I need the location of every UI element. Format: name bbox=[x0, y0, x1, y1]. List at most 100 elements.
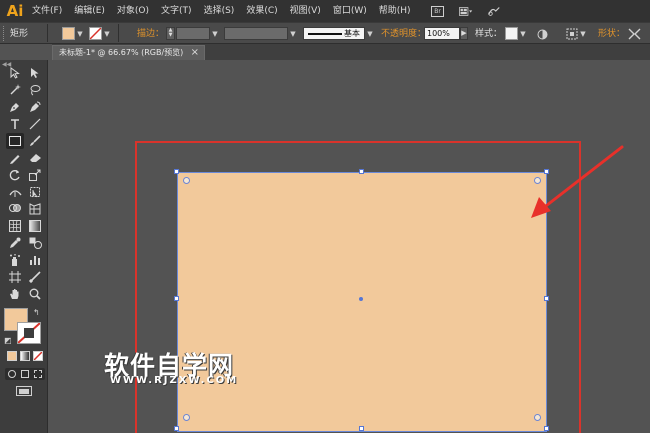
shape-center-point bbox=[359, 297, 363, 301]
draw-normal-icon[interactable] bbox=[8, 370, 16, 378]
rectangle-tool-icon[interactable] bbox=[6, 133, 24, 149]
live-corner-widget[interactable] bbox=[534, 414, 541, 421]
stroke-weight-label[interactable]: 描边： bbox=[137, 27, 164, 41]
shape-builder-tool-icon[interactable] bbox=[6, 201, 24, 217]
divider bbox=[118, 24, 119, 42]
menu-effect[interactable]: 效果(C) bbox=[240, 0, 283, 22]
variable-width-profile[interactable] bbox=[224, 27, 288, 40]
bounding-handle-bottom[interactable] bbox=[359, 426, 364, 431]
bounding-handle-left[interactable] bbox=[174, 296, 179, 301]
opacity-label[interactable]: 不透明度： bbox=[381, 27, 426, 41]
recolor-artwork-icon[interactable] bbox=[535, 27, 549, 41]
control-bar-grip bbox=[3, 26, 5, 41]
transform-shape-icon[interactable] bbox=[627, 27, 641, 41]
fill-dropdown-arrow[interactable]: ▼ bbox=[76, 27, 84, 41]
watermark-url: WWW.RJZXW.COM bbox=[110, 375, 239, 386]
bounding-handle-bottom-right[interactable] bbox=[544, 426, 549, 431]
document-tab[interactable]: 未标题-1* @ 66.67% (RGB/预览) × bbox=[52, 45, 205, 60]
brush-definition-field[interactable]: 基本 bbox=[303, 27, 365, 40]
fill-color-swatch[interactable] bbox=[62, 27, 75, 40]
stroke-dropdown-arrow[interactable]: ▼ bbox=[103, 27, 111, 41]
bounding-handle-top-left[interactable] bbox=[174, 169, 179, 174]
stroke-weight-stepper[interactable]: ▲ ▼ bbox=[166, 27, 175, 40]
selection-type-label: 矩形 bbox=[10, 29, 29, 39]
width-tool-icon[interactable] bbox=[6, 184, 24, 200]
stroke-line-preview bbox=[308, 33, 342, 35]
gradient-mode-icon[interactable] bbox=[20, 351, 30, 361]
arrange-documents-icon[interactable] bbox=[458, 5, 473, 17]
paintbrush-tool-icon[interactable] bbox=[26, 133, 44, 149]
align-dropdown[interactable]: ▼ bbox=[579, 27, 587, 41]
document-tab-bar: 未标题-1* @ 66.67% (RGB/预览) × bbox=[52, 44, 650, 60]
artboard-tool-icon[interactable] bbox=[6, 269, 24, 285]
eyedropper-tool-icon[interactable] bbox=[6, 235, 24, 251]
workspace-switch-icon[interactable] bbox=[487, 5, 501, 17]
brush-dropdown[interactable]: ▼ bbox=[366, 27, 374, 41]
live-corner-widget[interactable] bbox=[183, 414, 190, 421]
align-grid-icon[interactable] bbox=[565, 27, 579, 41]
stroke-weight-dropdown[interactable]: ▼ bbox=[211, 27, 219, 41]
symbol-sprayer-tool-icon[interactable] bbox=[6, 252, 24, 268]
gradient-tool-icon[interactable] bbox=[26, 218, 44, 234]
slice-tool-icon[interactable] bbox=[26, 269, 44, 285]
rotate-tool-icon[interactable] bbox=[6, 167, 24, 183]
bounding-handle-top[interactable] bbox=[359, 169, 364, 174]
bridge-icon[interactable]: Br bbox=[431, 5, 445, 17]
blend-tool-icon[interactable] bbox=[26, 235, 44, 251]
pencil-tool-icon[interactable] bbox=[6, 150, 24, 166]
opacity-arrow[interactable]: ▶ bbox=[460, 27, 468, 40]
column-graph-tool-icon[interactable] bbox=[26, 252, 44, 268]
menu-select[interactable]: 选择(S) bbox=[198, 0, 241, 22]
magic-wand-tool-icon[interactable] bbox=[6, 82, 24, 98]
stroke-color-box[interactable] bbox=[17, 322, 41, 344]
shape-label[interactable]: 形状： bbox=[598, 27, 625, 41]
style-label: 样式： bbox=[475, 29, 503, 39]
annotation-arrow-icon bbox=[531, 145, 624, 218]
menu-window[interactable]: 窗口(W) bbox=[327, 0, 373, 22]
none-mode-icon[interactable] bbox=[33, 351, 43, 361]
brush-profile-name: 基本 bbox=[344, 29, 360, 38]
zoom-tool-icon[interactable] bbox=[26, 286, 44, 302]
bounding-handle-right[interactable] bbox=[544, 296, 549, 301]
selected-rectangle[interactable] bbox=[177, 172, 547, 432]
close-tab-icon[interactable]: × bbox=[191, 46, 199, 59]
hand-tool-icon[interactable] bbox=[6, 286, 24, 302]
stroke-color-swatch[interactable] bbox=[89, 27, 102, 40]
live-corner-widget[interactable] bbox=[183, 177, 190, 184]
scale-tool-icon[interactable] bbox=[26, 167, 44, 183]
perspective-grid-tool-icon[interactable] bbox=[26, 201, 44, 217]
variable-width-dropdown[interactable]: ▼ bbox=[289, 27, 297, 41]
menu-edit[interactable]: 编辑(E) bbox=[68, 0, 111, 22]
menu-file[interactable]: 文件(F) bbox=[30, 0, 68, 22]
line-segment-tool-icon[interactable] bbox=[26, 116, 44, 132]
menu-view[interactable]: 视图(V) bbox=[284, 0, 327, 22]
draw-inside-icon[interactable] bbox=[34, 370, 42, 378]
lasso-tool-icon[interactable] bbox=[26, 82, 44, 98]
pen-tool-icon[interactable] bbox=[6, 99, 24, 115]
type-tool-icon[interactable] bbox=[6, 116, 24, 132]
menu-type[interactable]: 文字(T) bbox=[155, 0, 198, 22]
color-mode-icon[interactable] bbox=[7, 351, 17, 361]
app-logo: Ai bbox=[6, 2, 24, 20]
screen-mode-icon[interactable] bbox=[16, 386, 32, 396]
graphic-style-swatch[interactable] bbox=[505, 27, 518, 40]
screen-mode-inner bbox=[19, 389, 29, 394]
divider bbox=[47, 24, 48, 42]
opacity-input[interactable]: 100% bbox=[424, 27, 460, 40]
bounding-handle-bottom-left[interactable] bbox=[174, 426, 179, 431]
stroke-weight-input[interactable] bbox=[176, 27, 210, 40]
menu-object[interactable]: 对象(O) bbox=[111, 0, 155, 22]
graphic-style-dropdown[interactable]: ▼ bbox=[519, 27, 527, 41]
eraser-tool-icon[interactable] bbox=[26, 150, 44, 166]
swap-fill-stroke-icon[interactable]: ↰ bbox=[33, 308, 40, 317]
menu-help[interactable]: 帮助(H) bbox=[373, 0, 417, 22]
draw-behind-icon[interactable] bbox=[21, 370, 29, 378]
selection-tool-icon[interactable] bbox=[6, 65, 24, 81]
default-fill-stroke-icon[interactable]: ◩ bbox=[4, 336, 12, 345]
direct-selection-tool-icon[interactable] bbox=[26, 65, 44, 81]
free-transform-tool-icon[interactable] bbox=[26, 184, 44, 200]
curvature-tool-icon[interactable] bbox=[26, 99, 44, 115]
document-tab-title: 未标题-1* @ 66.67% (RGB/预览) bbox=[59, 48, 184, 57]
control-bar: 矩形 ▼ ▼ 描边： ▲ ▼ ▼ ▼ 基本 ▼ 不透明度： 100% ▶ 样式： … bbox=[0, 22, 650, 44]
mesh-tool-icon[interactable] bbox=[6, 218, 24, 234]
